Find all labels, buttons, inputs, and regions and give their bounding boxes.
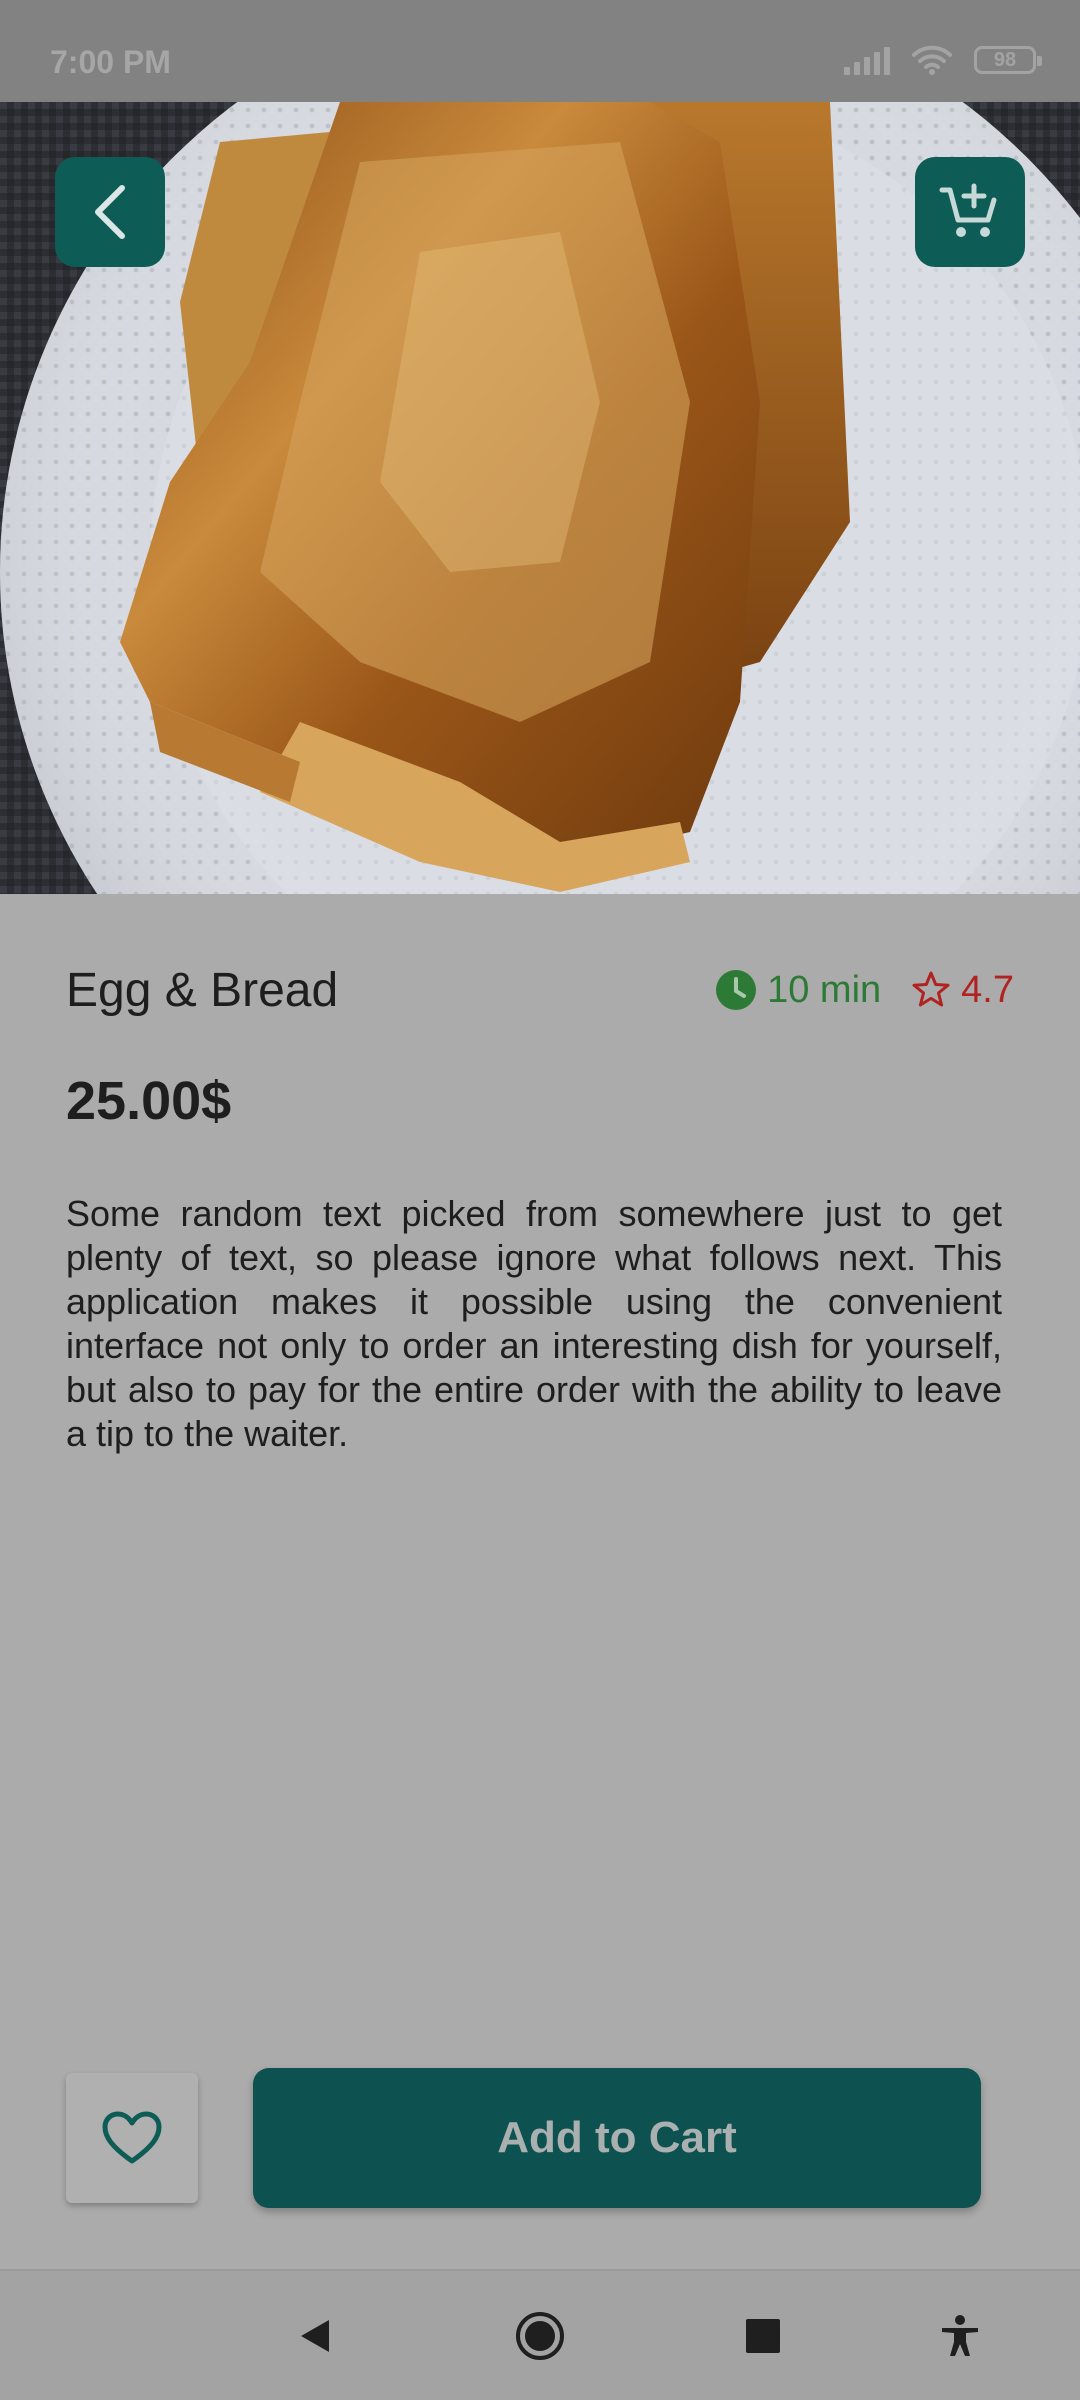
nav-accessibility-button[interactable] [925,2301,995,2371]
system-nav-bar [0,2271,1080,2400]
product-description: Some random text picked from somewhere j… [66,1193,1002,1454]
add-to-cart-button[interactable]: Add to Cart [253,2068,981,2208]
nav-home-button[interactable] [505,2301,575,2371]
chevron-left-icon [95,185,125,239]
battery-icon: 98 [974,46,1042,74]
product-title: Egg & Bread [66,963,339,1017]
product-image [0,102,1080,894]
nav-recents-button[interactable] [728,2301,798,2371]
rating: 4.7 [911,969,1014,1012]
status-icons: 98 [844,44,1042,76]
rating-value: 4.7 [961,968,1014,1011]
clock-icon [716,970,757,1010]
triangle-back-icon [301,2320,329,2352]
circle-home-icon [516,2312,564,2360]
status-time: 7:00 PM [50,44,171,80]
accessibility-icon [942,2315,978,2356]
back-button[interactable] [55,157,165,267]
title-row: Egg & Bread 10 min 4.7 [66,958,1014,1022]
nav-back-button[interactable] [280,2301,350,2371]
cart-button[interactable] [915,157,1025,267]
star-icon [912,971,950,1007]
signal-icon [844,45,890,75]
heart-icon [102,2111,162,2164]
favorite-button[interactable] [66,2073,198,2203]
status-bar: 7:00 PM 98 [0,0,1080,102]
add-to-cart-icon [939,183,997,237]
product-price: 25.00$ [66,1071,232,1131]
prep-time: 10 min [715,969,881,1012]
battery-level: 98 [993,48,1017,71]
wifi-icon [912,45,952,75]
product-meta: 10 min 4.7 [715,969,1014,1012]
square-recents-icon [746,2319,780,2353]
prep-time-value: 10 min [767,968,882,1011]
